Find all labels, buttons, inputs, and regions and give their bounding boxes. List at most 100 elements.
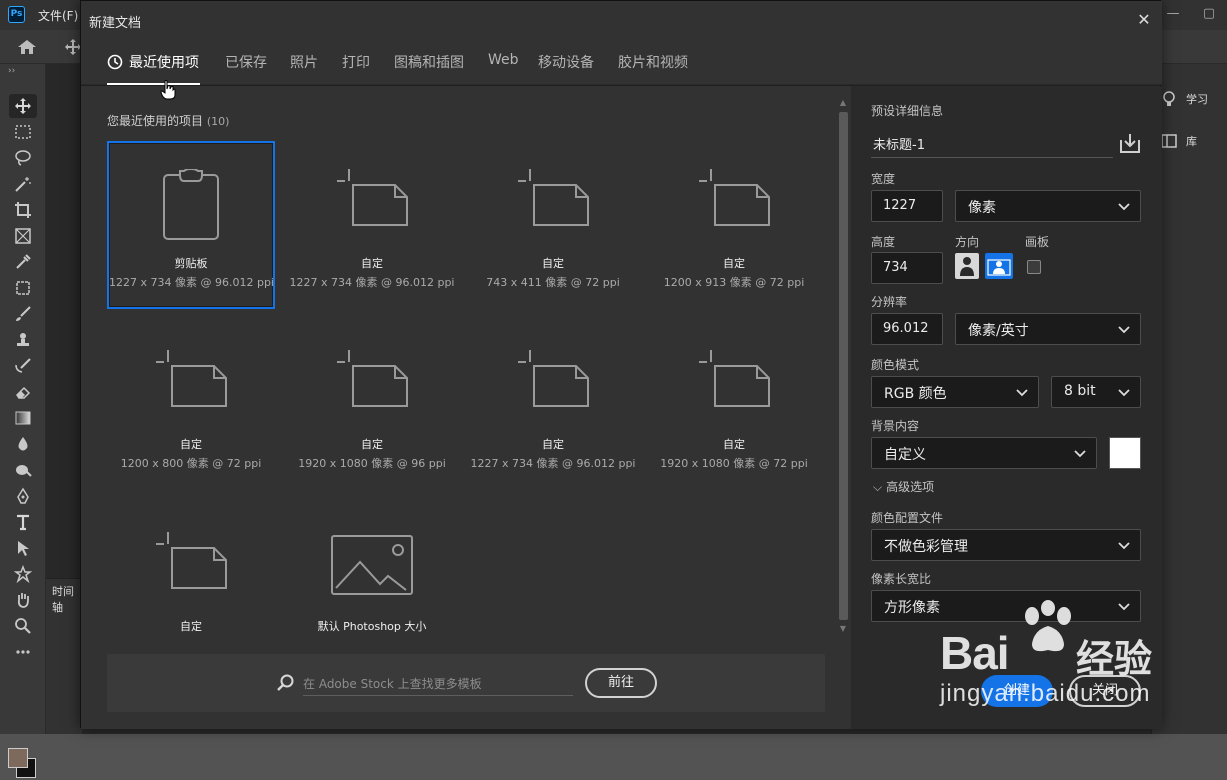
lasso-tool-icon[interactable] xyxy=(9,146,37,170)
go-button[interactable]: 前往 xyxy=(585,668,657,698)
clone-stamp-tool-icon[interactable] xyxy=(9,328,37,352)
recent-item-custom[interactable]: 自定 1227 x 734 像素 @ 96.012 ppi xyxy=(469,322,637,490)
height-label: 高度 xyxy=(871,235,896,249)
move-tool-icon[interactable] xyxy=(9,94,37,118)
recent-item-custom[interactable]: 自定 1200 x 913 像素 @ 72 ppi xyxy=(650,141,818,309)
image-icon xyxy=(288,534,456,596)
recent-item-custom[interactable]: 自定 1920 x 1080 像素 @ 96 ppi xyxy=(288,322,456,490)
tab-art-illustration[interactable]: 图稿和插图 xyxy=(394,52,464,72)
recent-heading-label: 您最近使用的项目 xyxy=(107,114,204,128)
color-mode-select[interactable]: RGB 颜色 xyxy=(871,376,1039,408)
background-contents-select[interactable]: 自定义 xyxy=(871,437,1097,469)
active-tab-indicator xyxy=(107,83,200,85)
custom-document-icon xyxy=(107,532,275,590)
search-icon xyxy=(277,674,294,691)
close-icon[interactable]: ✕ xyxy=(1134,10,1154,30)
adobe-stock-search-bar: 前往 xyxy=(107,654,825,712)
pen-tool-icon[interactable] xyxy=(9,484,37,508)
recent-item-custom[interactable]: 自定 1227 x 734 像素 @ 96.012 ppi xyxy=(288,141,456,309)
lightbulb-icon xyxy=(1160,90,1178,108)
shape-tool-icon[interactable] xyxy=(9,562,37,586)
type-tool-icon[interactable] xyxy=(9,510,37,534)
tab-web[interactable]: Web xyxy=(488,52,519,68)
recent-item-name: 默认 Photoshop 大小 xyxy=(317,620,427,633)
tab-film-video[interactable]: 胶片和视频 xyxy=(618,52,688,72)
recent-items-scrollbar[interactable]: ▲ ▼ xyxy=(837,98,849,638)
photoshop-logo: Ps xyxy=(8,6,25,23)
tab-saved[interactable]: 已保存 xyxy=(225,52,267,72)
maximize-button[interactable]: ▢ xyxy=(1191,0,1227,30)
blur-tool-icon[interactable] xyxy=(9,432,37,456)
stock-search-input[interactable] xyxy=(303,672,573,696)
recent-item-dimensions: 1920 x 1080 像素 @ 96 ppi xyxy=(298,457,446,470)
height-input[interactable]: 734 xyxy=(871,252,943,284)
magic-wand-tool-icon[interactable] xyxy=(9,172,37,196)
more-tools-icon[interactable] xyxy=(9,640,37,664)
crop-tool-icon[interactable] xyxy=(9,198,37,222)
path-selection-tool-icon[interactable] xyxy=(9,536,37,560)
width-unit-select[interactable]: 像素 xyxy=(955,190,1141,222)
gradient-tool-icon[interactable] xyxy=(9,406,37,430)
resolution-input[interactable]: 96.012 xyxy=(871,313,943,345)
expand-toolbar-icon[interactable]: ›› xyxy=(8,66,15,76)
brush-tool-icon[interactable] xyxy=(9,302,37,326)
save-preset-icon[interactable] xyxy=(1119,132,1141,154)
paw-logo xyxy=(1025,600,1071,652)
frame-tool-icon[interactable] xyxy=(9,224,37,248)
zoom-tool-icon[interactable] xyxy=(9,614,37,638)
recent-item-custom[interactable]: 自定 743 x 411 像素 @ 72 ppi xyxy=(469,141,637,309)
tab-recent[interactable]: 最近使用项 xyxy=(107,52,199,72)
recent-item-default-photoshop-size[interactable]: 默认 Photoshop 大小 xyxy=(288,504,456,672)
tab-print[interactable]: 打印 xyxy=(342,52,370,72)
resolution-unit-select[interactable]: 像素/英寸 xyxy=(955,313,1141,345)
scroll-up-icon[interactable]: ▲ xyxy=(837,98,849,110)
dodge-tool-icon[interactable] xyxy=(9,458,37,482)
recent-item-clipboard[interactable]: 剪贴板 1227 x 734 像素 @ 96.012 ppi xyxy=(107,141,275,309)
scroll-thumb[interactable] xyxy=(839,112,848,620)
landscape-orientation-button[interactable] xyxy=(985,253,1013,279)
recent-item-custom[interactable]: 自定 1200 x 800 像素 @ 72 ppi xyxy=(107,322,275,490)
clipboard-icon xyxy=(109,169,273,241)
background-contents-value: 自定义 xyxy=(884,447,926,463)
eyedropper-tool-icon[interactable] xyxy=(9,250,37,274)
foreground-color-swatch[interactable] xyxy=(8,748,28,768)
recent-item-name: 自定 xyxy=(542,438,564,451)
recent-item-custom[interactable]: 自定 1920 x 1080 像素 @ 72 ppi xyxy=(650,322,818,490)
custom-document-icon xyxy=(469,169,637,227)
watermark-cn: 经验 xyxy=(1076,637,1153,681)
history-brush-tool-icon[interactable] xyxy=(9,354,37,378)
tab-photo[interactable]: 照片 xyxy=(290,52,318,72)
learn-panel-button[interactable]: 学习 xyxy=(1160,90,1208,108)
tools-panel: ›› xyxy=(0,64,46,778)
advanced-options-toggle[interactable]: ⌵ 高级选项 xyxy=(873,478,934,495)
preset-details-heading: 预设详细信息 xyxy=(871,104,944,118)
recent-item-custom[interactable]: 自定 xyxy=(107,504,275,672)
tab-mobile[interactable]: 移动设备 xyxy=(538,52,594,72)
width-input[interactable]: 1227 xyxy=(871,190,943,222)
portrait-orientation-button[interactable] xyxy=(955,253,979,279)
timeline-tab[interactable]: 时间轴 xyxy=(52,583,82,615)
chevron-down-icon xyxy=(1118,542,1130,550)
file-menu[interactable]: 文件(F) xyxy=(38,7,78,24)
color-swatches[interactable] xyxy=(8,748,38,780)
document-name-field[interactable]: 未标题-1 xyxy=(871,128,1113,158)
artboard-checkbox[interactable] xyxy=(1027,260,1041,274)
background-color-swatch[interactable] xyxy=(1109,437,1141,469)
color-mode-value: RGB 颜色 xyxy=(884,386,947,402)
bit-depth-select[interactable]: 8 bit xyxy=(1051,376,1141,408)
library-panel-button[interactable]: 库 xyxy=(1160,132,1197,150)
home-icon[interactable] xyxy=(14,38,40,56)
library-icon xyxy=(1160,132,1178,150)
advanced-options-label: 高级选项 xyxy=(886,480,935,494)
hand-tool-icon[interactable] xyxy=(9,588,37,612)
dialog-title: 新建文档 xyxy=(89,16,142,31)
window-controls: — ▢ xyxy=(1155,0,1227,30)
preset-tabs: 最近使用项 已保存 照片 打印 图稿和插图 Web 移动设备 胶片和视频 xyxy=(81,39,1162,85)
eraser-tool-icon[interactable] xyxy=(9,380,37,404)
recent-item-name: 自定 xyxy=(180,620,202,633)
scroll-down-icon[interactable]: ▼ xyxy=(837,624,849,636)
marquee-tool-icon[interactable] xyxy=(9,120,37,144)
color-profile-select[interactable]: 不做色彩管理 xyxy=(871,529,1141,561)
healing-brush-tool-icon[interactable] xyxy=(9,276,37,300)
landscape-icon xyxy=(987,259,1011,276)
